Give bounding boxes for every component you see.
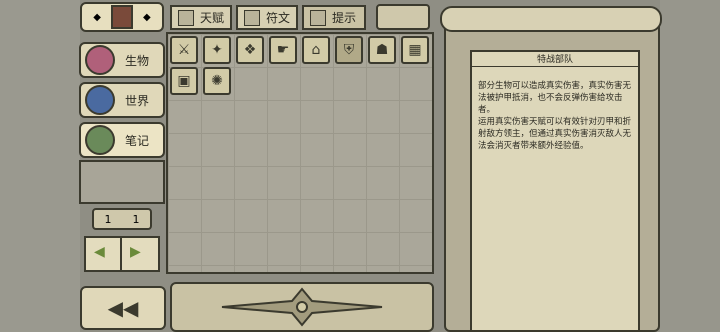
- sidebar-item-world[interactable]: 世界: [79, 82, 165, 118]
- talent-icon-7[interactable]: ☗: [368, 36, 396, 64]
- rewind-icon: ◀◀: [107, 296, 139, 320]
- document-body: 部分生物可以造成真实伤害，真实伤害无法被护甲抵消，也不会反弹伤害给攻击者。 运用…: [478, 81, 632, 151]
- document-title: 特战部队: [536, 55, 573, 65]
- talent-icon-3[interactable]: ❖: [236, 36, 264, 64]
- talent-grid: ⚔ ✦ ❖ ☛ ⌂ ⛨ ☗ ▦ ▣ ✺: [166, 32, 434, 274]
- talent-icon-5[interactable]: ⌂: [302, 36, 330, 64]
- diamond-icon: ◆: [143, 11, 151, 23]
- sidebar-item-label: 世界: [125, 93, 150, 108]
- sidebar-empty-slot: [79, 160, 165, 204]
- talent-icon-4[interactable]: ☛: [269, 36, 297, 64]
- tab-runes[interactable]: 符文: [236, 5, 298, 30]
- tab-label: 符文: [266, 11, 291, 25]
- scroll-top-roll: [440, 6, 662, 32]
- rune-tab-icon: [244, 9, 260, 26]
- talent-icon-1[interactable]: ⚔: [170, 36, 198, 64]
- journal-button[interactable]: ◆ ◆: [80, 2, 164, 32]
- bottom-ornament-bar: [170, 282, 434, 332]
- tab-label: 天赋: [200, 11, 225, 25]
- back-button[interactable]: ◀◀: [80, 286, 166, 330]
- sidebar-item-notes[interactable]: 笔记: [79, 122, 165, 158]
- hint-tab-icon: [310, 9, 326, 26]
- notes-icon: [85, 125, 115, 155]
- page-left-number: 1: [104, 212, 112, 226]
- page-right-number: 1: [132, 212, 140, 226]
- tab-talents[interactable]: 天赋: [170, 5, 232, 30]
- talent-icon-2[interactable]: ✦: [203, 36, 231, 64]
- next-page-icon[interactable]: ▶: [130, 244, 141, 260]
- sidebar-item-creatures[interactable]: 生物: [79, 42, 165, 78]
- left-background: [0, 0, 80, 332]
- page-indicator: 1 1: [92, 208, 152, 230]
- talent-icon-8[interactable]: ▦: [401, 36, 429, 64]
- diamond-icon: ◆: [93, 11, 101, 23]
- right-background: [660, 0, 720, 332]
- title-divider: [470, 66, 640, 67]
- world-icon: [85, 85, 115, 115]
- ornament-corner: [376, 4, 430, 30]
- talent-icon-9[interactable]: ▣: [170, 67, 198, 95]
- sidebar-item-label: 笔记: [125, 133, 150, 148]
- book-icon: [111, 5, 133, 29]
- sidebar-item-label: 生物: [125, 53, 150, 68]
- tab-label: 提示: [332, 11, 357, 25]
- talent-tab-icon: [178, 9, 194, 26]
- creature-icon: [85, 45, 115, 75]
- talent-icon-10[interactable]: ✺: [203, 67, 231, 95]
- compass-ornament-icon: [221, 287, 383, 327]
- prev-page-icon[interactable]: ◀: [94, 244, 105, 260]
- page-book: ◀ ▶: [84, 232, 160, 274]
- talent-icon-6[interactable]: ⛨: [335, 36, 363, 64]
- tab-hints[interactable]: 提示: [302, 5, 366, 30]
